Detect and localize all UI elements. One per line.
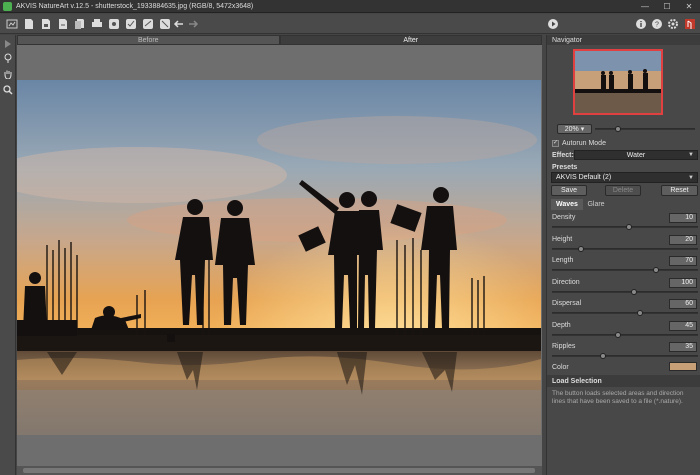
param-label-density: Density [552,214,576,221]
redo-icon[interactable] [186,17,199,30]
load-settings-icon[interactable] [107,17,120,30]
tab-after[interactable]: After [279,35,542,45]
preset-select[interactable]: AKVIS Default (2) ▼ [551,172,698,183]
tab-before[interactable]: Before [17,35,280,45]
color-label: Color [552,364,569,371]
navigator-header: Navigator [547,35,700,45]
selection-brush-icon[interactable] [2,52,14,64]
param-value-density[interactable]: 10 [669,213,697,223]
color-swatch[interactable] [669,362,697,371]
tab-waves[interactable]: Waves [551,199,583,210]
zoom-slider-track[interactable] [595,128,695,130]
param-value-length[interactable]: 70 [669,256,697,266]
save-file-icon[interactable] [39,17,52,30]
param-slider-knob-height[interactable] [578,245,585,252]
param-slider-knob-length[interactable] [652,267,659,273]
navigator-view[interactable] [573,49,663,115]
save-preset-button[interactable]: Save [551,185,587,196]
exit-icon[interactable] [683,17,696,30]
scrollbar-thumb[interactable] [23,468,535,473]
param-slider-knob-dispersal[interactable] [636,310,643,316]
window-title: AKVIS NatureArt v.12.5 - shutterstock_19… [16,2,254,10]
presets-label: Presets [552,164,578,171]
autorun-checkbox[interactable]: ✓ [552,140,559,147]
effect-label: Effect: [552,152,574,159]
param-slider-depth[interactable] [552,333,698,336]
param-value-height[interactable]: 20 [669,234,697,245]
run-icon[interactable] [546,17,559,30]
app-logo-icon [3,1,12,11]
param-label-length: Length [552,257,574,264]
minimize-button[interactable]: — [634,0,656,13]
param-slider-direction[interactable] [552,290,698,293]
navigator-frame[interactable] [573,49,663,115]
close-button[interactable]: ✕ [678,0,700,13]
param-slider-knob-density[interactable] [626,224,633,230]
direction-tool-icon[interactable] [2,38,14,50]
undo-icon[interactable] [172,17,185,30]
param-label-direction: Direction [552,278,580,286]
help-title: Load Selection [552,377,602,385]
horizontal-scrollbar[interactable] [17,466,542,475]
settings-panel: Navigator 20% ▾ ✓ Autorun Mode Effect: W… [546,35,700,475]
param-slider-dispersal[interactable] [552,312,698,314]
param-label-dispersal: Dispersal [552,300,582,307]
chevron-down-icon: ▼ [688,174,694,181]
param-slider-ripples[interactable] [552,355,698,357]
main-toolbar: ? [0,14,700,34]
save-as-icon[interactable] [56,17,69,30]
param-slider-length[interactable] [552,269,698,271]
zoom-tool-icon[interactable] [2,84,14,96]
zoom-slider-knob[interactable] [615,126,621,132]
effect-select[interactable]: Water ▼ [574,150,698,160]
photo-preview[interactable] [17,80,541,435]
param-label-height: Height [552,235,573,243]
home-icon[interactable] [5,17,18,30]
param-slider-density[interactable] [552,226,698,228]
load-stroke-icon[interactable] [141,17,154,30]
maximize-button[interactable]: ☐ [656,0,678,13]
param-value-direction[interactable]: 100 [669,277,697,288]
autorun-label: Autorun Mode [562,140,606,147]
param-value-dispersal[interactable]: 60 [669,299,697,309]
param-slider-knob-ripples[interactable] [600,353,607,359]
reset-preset-button[interactable]: Reset [661,185,698,196]
chevron-down-icon: ▼ [688,152,694,158]
settings-gear-icon[interactable] [666,17,679,30]
help-icon[interactable]: ? [650,17,663,30]
title-bar: AKVIS NatureArt v.12.5 - shutterstock_19… [0,0,700,13]
open-file-icon[interactable] [22,17,35,30]
param-value-depth[interactable]: 45 [669,320,697,331]
tab-glare[interactable]: Glare [583,199,609,210]
param-label-ripples: Ripples [552,343,576,350]
svg-text:?: ? [655,21,659,28]
save-settings-icon[interactable] [124,17,137,30]
save-stroke-icon[interactable] [158,17,171,30]
param-value-ripples[interactable]: 35 [669,342,697,352]
param-label-depth: Depth [552,321,571,329]
tool-column [0,35,16,475]
delete-preset-button[interactable]: Delete [605,185,641,196]
view-tabs: Before After [17,35,542,45]
param-slider-height[interactable] [552,247,698,250]
zoom-select[interactable]: 20% ▾ [557,124,592,134]
hand-tool-icon[interactable] [2,68,14,80]
param-slider-knob-depth[interactable] [614,331,621,338]
param-slider-knob-direction[interactable] [630,288,637,295]
help-text: The button loads selected areas and dire… [552,390,684,405]
print-icon[interactable] [90,17,103,30]
batch-icon[interactable] [73,17,86,30]
info-icon[interactable] [634,17,647,30]
help-header: Load Selection [547,375,700,387]
